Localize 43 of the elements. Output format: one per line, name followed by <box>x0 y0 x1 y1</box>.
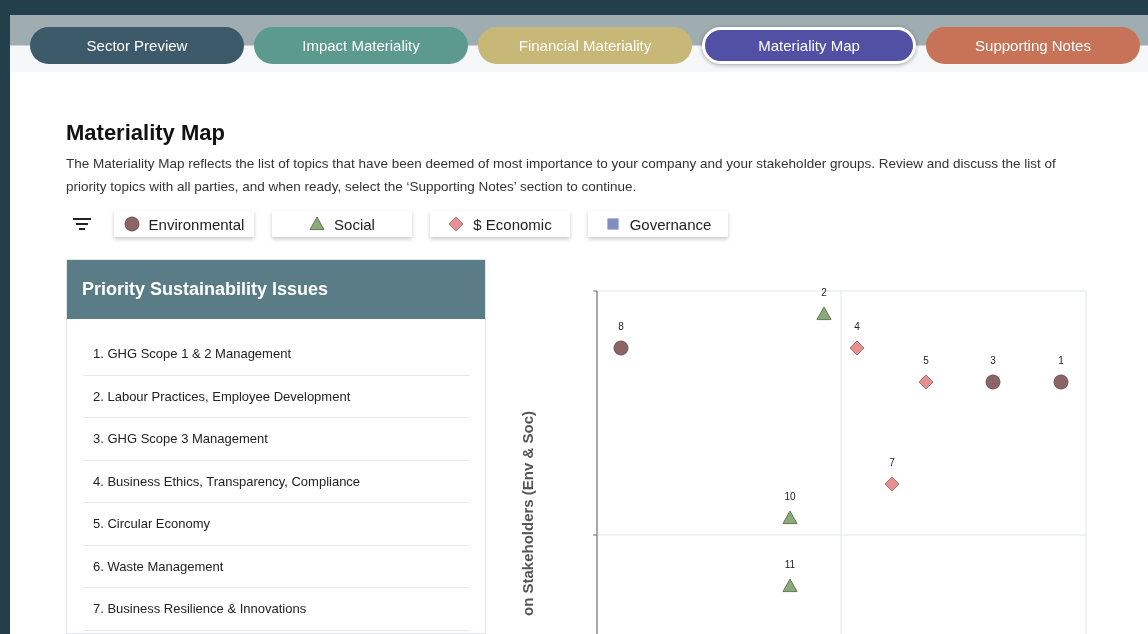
legend-label: Social <box>334 215 375 233</box>
issue-item[interactable]: 6. Waste Management <box>83 545 470 588</box>
point-label: 1 <box>1058 355 1064 366</box>
triangle-marker <box>816 306 832 321</box>
circle-marker <box>613 340 629 356</box>
point-label: 4 <box>854 321 860 332</box>
legend-label: $ Economic <box>473 215 552 233</box>
issue-item[interactable]: 7. Business Resilience & Innovations <box>83 588 470 631</box>
triangle-marker <box>782 578 798 593</box>
triangle-icon <box>309 216 325 231</box>
point-label: 8 <box>618 321 624 332</box>
circle-marker <box>1053 374 1069 390</box>
point-label: 3 <box>990 355 996 366</box>
axis-label: on Stakeholders (Env & Soc) <box>519 410 536 616</box>
point-label: 10 <box>784 491 796 502</box>
diamond-marker <box>884 476 900 492</box>
legend-label: Governance <box>629 215 712 233</box>
point-label: 2 <box>821 287 827 298</box>
issue-item[interactable]: 5. Circular Economy <box>83 503 470 546</box>
issue-item[interactable]: 1. GHG Scope 1 & 2 Management <box>83 333 470 376</box>
panel-header: Priority Sustainability Issues <box>67 260 485 319</box>
issue-item[interactable]: 4. Business Ethics, Transparency, Compliance <box>83 460 470 503</box>
description-text: The Materiality Map reflects the list of topics that have been deemed of most importance to your company and your stakeholder groups. Review and discuss the list of priority topics with all parties, and when ready, select the ‘Supporting Notes’ section to continue. <box>66 155 1057 196</box>
square-icon <box>607 218 619 230</box>
point-label: 7 <box>889 457 895 468</box>
page-title: Materiality Map <box>66 120 226 146</box>
issue-item[interactable]: 3. GHG Scope 3 Management <box>83 418 470 461</box>
legend-chip[interactable]: Social <box>272 211 412 237</box>
circle-icon <box>124 216 140 232</box>
legend-chip[interactable]: Environmental <box>114 211 254 237</box>
legend-chip[interactable]: $ Economic <box>430 211 570 237</box>
issue-item[interactable]: 2. Labour Practices, Employee Development <box>83 375 470 418</box>
nav-tab[interactable]: Sector Preview <box>30 27 244 64</box>
triangle-marker <box>782 510 798 525</box>
diamond-marker <box>918 374 934 390</box>
nav-tab[interactable]: Materiality Map <box>702 27 916 64</box>
circle-marker <box>985 374 1001 390</box>
legend-label: Environmental <box>148 215 245 233</box>
point-label: 5 <box>923 355 929 366</box>
diamond-icon <box>448 216 464 232</box>
legend-chip[interactable]: Governance <box>588 211 728 237</box>
point-label: 11 <box>784 559 796 570</box>
diamond-marker <box>849 340 865 356</box>
